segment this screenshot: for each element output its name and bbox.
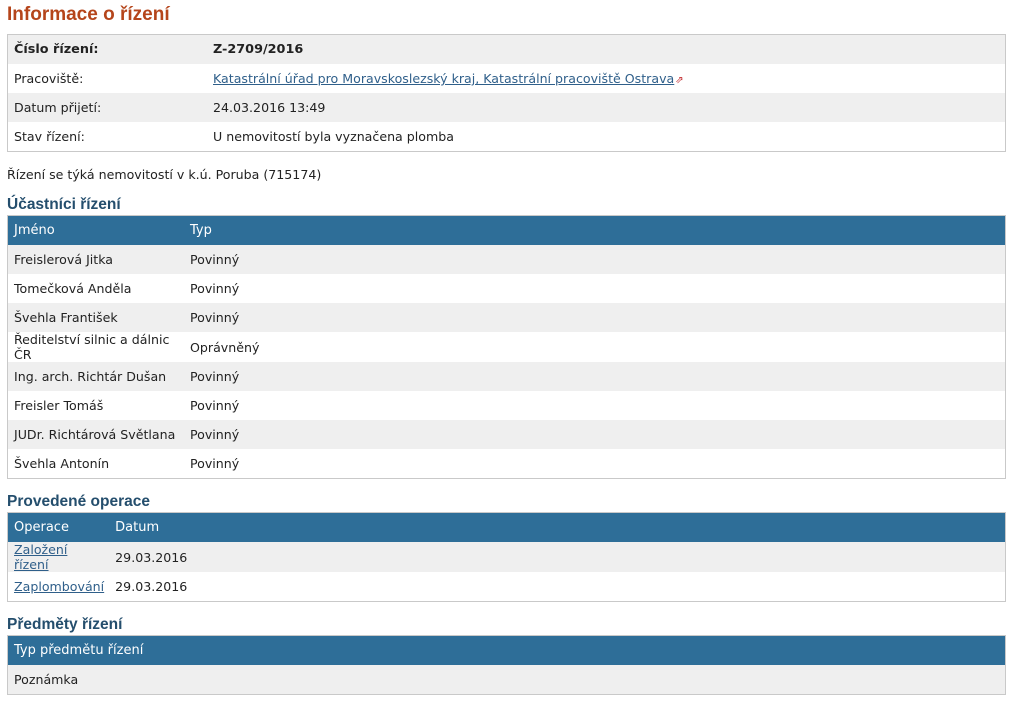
table-row: Založení řízení 29.03.2016	[7, 542, 1006, 572]
proceeding-info-table: Číslo řízení: Z-2709/2016 Pracoviště: Ka…	[7, 34, 1006, 152]
column-header-subject-type[interactable]: Typ předmětu řízení	[7, 635, 1006, 665]
column-header-date[interactable]: Datum	[109, 512, 1006, 542]
participant-name: Tomečková Anděla	[7, 274, 184, 303]
info-value: Z-2709/2016	[207, 34, 1006, 64]
page-title: Informace o řízení	[7, 4, 170, 25]
participant-type: Povinný	[184, 449, 1006, 479]
operation-cell: Založení řízení	[7, 542, 110, 572]
participant-name: Ředitelství silnic a dálnic ČR	[7, 332, 184, 362]
operation-date: 29.03.2016	[109, 572, 1006, 602]
table-row: Švehla Antonín Povinný	[7, 449, 1006, 479]
participant-name: Švehla František	[7, 303, 184, 332]
external-link-icon[interactable]: ⇗	[675, 75, 683, 86]
participant-name: Freisler Tomáš	[7, 391, 184, 420]
operations-table: Operace Datum Založení řízení 29.03.2016…	[7, 512, 1006, 602]
participant-type: Povinný	[184, 245, 1006, 274]
table-header-row: Jméno Typ	[7, 215, 1006, 245]
info-row-status: Stav řízení: U nemovitostí byla vyznačen…	[7, 122, 1006, 152]
info-row-workplace: Pracoviště: Katastrální úřad pro Moravsk…	[7, 64, 1006, 93]
participant-type: Povinný	[184, 274, 1006, 303]
participants-heading: Účastníci řízení	[7, 196, 121, 213]
operation-cell: Zaplombování	[7, 572, 110, 602]
table-row: Freislerová Jitka Povinný	[7, 245, 1006, 274]
table-row: Zaplombování 29.03.2016	[7, 572, 1006, 602]
info-value: 24.03.2016 13:49	[207, 93, 1006, 122]
participant-name: Švehla Antonín	[7, 449, 184, 479]
table-row: Poznámka	[7, 665, 1006, 695]
operation-link-create[interactable]: Založení řízení	[14, 542, 67, 572]
table-row: Ředitelství silnic a dálnic ČR Oprávněný	[7, 332, 1006, 362]
info-row-number: Číslo řízení: Z-2709/2016	[7, 34, 1006, 64]
operation-date: 29.03.2016	[109, 542, 1006, 572]
operation-link-seal[interactable]: Zaplombování	[14, 579, 104, 594]
participant-name: Freislerová Jitka	[7, 245, 184, 274]
participant-type: Povinný	[184, 362, 1006, 391]
participant-type: Povinný	[184, 391, 1006, 420]
column-header-name[interactable]: Jméno	[7, 215, 184, 245]
table-row: Freisler Tomáš Povinný	[7, 391, 1006, 420]
table-row: JUDr. Richtárová Světlana Povinný	[7, 420, 1006, 449]
table-header-row: Typ předmětu řízení	[7, 635, 1006, 665]
info-label: Číslo řízení:	[7, 34, 207, 64]
participants-table: Jméno Typ Freislerová Jitka Povinný Tomeč…	[7, 215, 1006, 479]
column-header-type[interactable]: Typ	[184, 215, 1006, 245]
participant-type: Oprávněný	[184, 332, 1006, 362]
subjects-heading: Předměty řízení	[7, 616, 123, 633]
table-row: Ing. arch. Richtár Dušan Povinný	[7, 362, 1006, 391]
info-label: Pracoviště:	[7, 64, 207, 93]
participant-type: Povinný	[184, 420, 1006, 449]
info-value: U nemovitostí byla vyznačena plomba	[207, 122, 1006, 152]
table-row: Švehla František Povinný	[7, 303, 1006, 332]
table-header-row: Operace Datum	[7, 512, 1006, 542]
participant-type: Povinný	[184, 303, 1006, 332]
participant-name: Ing. arch. Richtár Dušan	[7, 362, 184, 391]
info-label: Datum přijetí:	[7, 93, 207, 122]
info-label: Stav řízení:	[7, 122, 207, 152]
participant-name: JUDr. Richtárová Světlana	[7, 420, 184, 449]
workplace-link[interactable]: Katastrální úřad pro Moravskoslezský kra…	[213, 71, 674, 86]
page: Informace o řízení Číslo řízení: Z-2709/…	[0, 0, 1013, 695]
column-header-operation[interactable]: Operace	[7, 512, 110, 542]
info-row-received: Datum přijetí: 24.03.2016 13:49	[7, 93, 1006, 122]
subject-type: Poznámka	[7, 665, 1006, 695]
subjects-table: Typ předmětu řízení Poznámka	[7, 635, 1006, 695]
cadastral-note: Řízení se týká nemovitostí v k.ú. Poruba…	[7, 167, 322, 182]
operations-heading: Provedené operace	[7, 493, 151, 510]
info-value: Katastrální úřad pro Moravskoslezský kra…	[207, 64, 1006, 93]
table-row: Tomečková Anděla Povinný	[7, 274, 1006, 303]
